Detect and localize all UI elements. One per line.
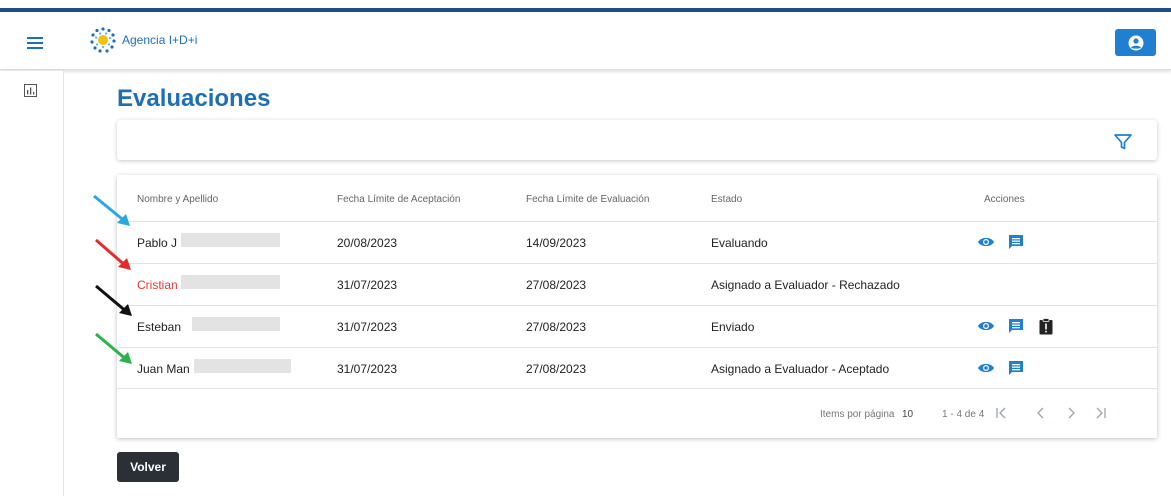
row-name: Cristian xyxy=(137,278,178,292)
column-header-actions: Acciones xyxy=(984,194,1025,205)
hamburger-menu-icon[interactable] xyxy=(27,37,43,49)
page-range: 1 - 4 de 4 xyxy=(942,409,985,420)
row-eval-deadline: 27/08/2023 xyxy=(526,278,587,292)
row-status: Asignado a Evaluador - Rechazado xyxy=(711,278,900,292)
eye-icon[interactable] xyxy=(977,359,995,377)
eye-icon[interactable] xyxy=(977,233,995,251)
row-eval-deadline: 14/09/2023 xyxy=(526,236,587,250)
annotation-arrow-blue xyxy=(93,194,130,226)
filter-panel xyxy=(117,120,1157,160)
last-page-icon[interactable] xyxy=(1094,406,1108,420)
row-status: Enviado xyxy=(711,320,755,334)
evaluations-table: Nombre y Apellido Fecha Límite de Acepta… xyxy=(117,175,1157,438)
items-per-page-label: Items por página xyxy=(820,409,895,420)
redacted-surname xyxy=(194,359,291,373)
table-row[interactable]: Juan Man 31/07/2023 27/08/2023 Asignado … xyxy=(117,347,1157,389)
table-row[interactable]: Pablo J 20/08/2023 14/09/2023 Evaluando xyxy=(117,221,1157,263)
row-actions xyxy=(977,317,1067,335)
row-actions xyxy=(977,359,1037,377)
row-accept-deadline: 31/07/2023 xyxy=(337,320,398,334)
app-header: Agencia I+D+i xyxy=(0,12,1171,70)
eye-icon[interactable] xyxy=(977,317,995,335)
items-per-page-select[interactable]: 10 xyxy=(902,409,913,420)
first-page-icon[interactable] xyxy=(994,406,1008,420)
column-header-eval-deadline[interactable]: Fecha Límite de Evaluación xyxy=(526,194,649,205)
redacted-surname xyxy=(192,317,280,331)
redacted-surname xyxy=(181,275,280,289)
app-logo[interactable]: Agencia I+D+i xyxy=(88,25,197,55)
agencia-logo-icon xyxy=(90,27,116,53)
column-header-accept-deadline[interactable]: Fecha Límite de Aceptación xyxy=(337,194,460,205)
annotation-arrow-black xyxy=(95,284,132,316)
filter-icon[interactable] xyxy=(1113,132,1133,152)
row-accept-deadline: 31/07/2023 xyxy=(337,278,398,292)
row-accept-deadline: 31/07/2023 xyxy=(337,362,398,376)
comment-icon[interactable] xyxy=(1007,317,1025,335)
column-header-status[interactable]: Estado xyxy=(711,194,742,205)
page-title: Evaluaciones xyxy=(117,85,271,112)
logo-text: Agencia I+D+i xyxy=(122,33,198,47)
column-header-name[interactable]: Nombre y Apellido xyxy=(137,194,218,205)
comment-icon[interactable] xyxy=(1007,359,1025,377)
row-name: Pablo J xyxy=(137,236,178,250)
chevron-right-icon[interactable] xyxy=(1064,406,1078,420)
bar-chart-icon[interactable] xyxy=(24,84,37,97)
sidebar xyxy=(0,71,64,496)
pagination-bar: Items por página 10 1 - 4 de 4 xyxy=(117,388,1157,438)
annotation-arrow-red xyxy=(95,238,131,270)
row-eval-deadline: 27/08/2023 xyxy=(526,362,587,376)
row-status: Evaluando xyxy=(711,236,768,250)
user-account-button[interactable] xyxy=(1115,29,1156,56)
comment-icon[interactable] xyxy=(1007,233,1025,251)
row-actions xyxy=(977,233,1037,251)
row-name: Juan Man xyxy=(137,362,190,376)
back-button[interactable]: Volver xyxy=(117,452,179,482)
row-eval-deadline: 27/08/2023 xyxy=(526,320,587,334)
user-circle-icon xyxy=(1128,35,1143,50)
row-accept-deadline: 20/08/2023 xyxy=(337,236,398,250)
row-status: Asignado a Evaluador - Aceptado xyxy=(711,362,890,376)
chevron-left-icon[interactable] xyxy=(1034,406,1048,420)
redacted-surname xyxy=(181,233,280,247)
table-row[interactable]: Esteban 31/07/2023 27/08/2023 Enviado xyxy=(117,305,1157,347)
row-name: Esteban xyxy=(137,320,182,334)
clipboard-alert-icon[interactable] xyxy=(1037,317,1055,335)
table-row[interactable]: Cristian 31/07/2023 27/08/2023 Asignado … xyxy=(117,263,1157,305)
annotation-arrow-green xyxy=(95,332,132,364)
